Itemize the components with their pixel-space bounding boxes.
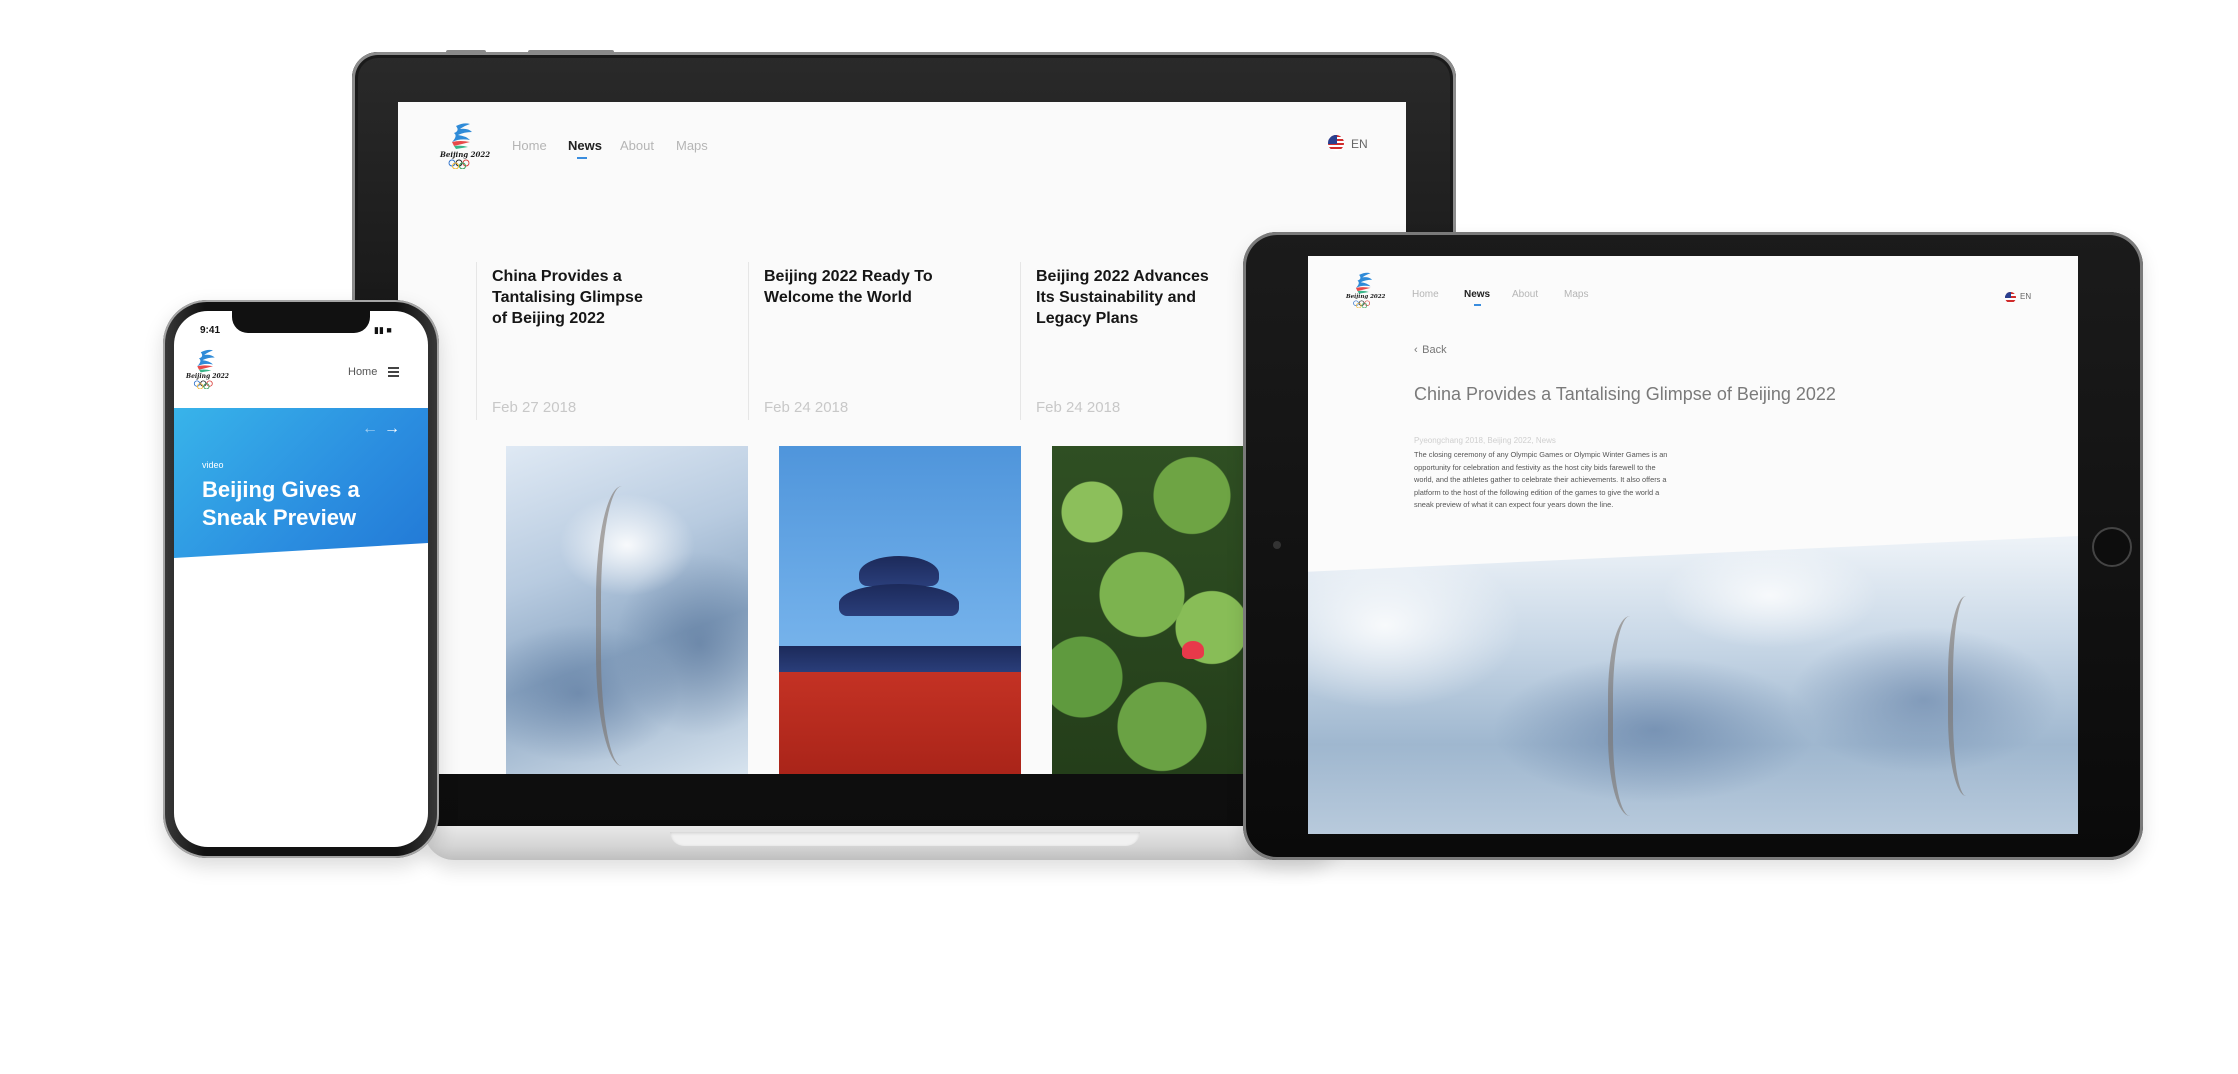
- great-wall-photo[interactable]: [506, 446, 748, 774]
- olympic-rings-icon: [193, 380, 213, 389]
- tablet-screen: Beijing 2022 Home News About Maps EN ‹ B…: [1308, 256, 2078, 834]
- emblem-icon: [452, 123, 472, 149]
- status-time: 9:41: [200, 325, 221, 336]
- signal-battery-icon: ▮▮ ■: [374, 325, 392, 335]
- hero-banner[interactable]: ← → video Beijing Gives a Sneak Preview: [174, 408, 428, 558]
- home-indicator[interactable]: [252, 833, 350, 837]
- emblem-icon: [1355, 272, 1373, 294]
- nav-active-indicator: [577, 157, 587, 159]
- logo-text: Beijing 2022: [186, 373, 229, 380]
- news-card-date: Feb 27 2018: [492, 399, 577, 416]
- back-link[interactable]: ‹ Back: [1414, 340, 1447, 358]
- nav-news[interactable]: News: [568, 138, 602, 153]
- temple-of-heaven-photo[interactable]: [779, 446, 1021, 774]
- arrow-left-icon[interactable]: ←: [362, 420, 378, 438]
- language-selector[interactable]: EN: [1351, 137, 1368, 151]
- olympic-rings-icon: [1353, 300, 1370, 308]
- lotus-flower: [1182, 641, 1204, 659]
- nav-active-indicator: [1474, 304, 1481, 306]
- chevron-left-icon: ‹: [1414, 344, 1418, 356]
- logo-text: Beijing 2022: [440, 150, 491, 159]
- hero-title: Beijing Gives a Sneak Preview: [202, 477, 360, 530]
- laptop-button: [446, 50, 486, 54]
- emblem-icon: [197, 349, 215, 373]
- us-flag-icon[interactable]: [1328, 135, 1344, 151]
- great-wall-hero-photo: [1308, 536, 2078, 834]
- beijing-2022-logo[interactable]: Beijing 2022: [1346, 270, 1386, 308]
- language-selector[interactable]: EN: [2020, 292, 2031, 301]
- nav-about[interactable]: About: [1512, 289, 1538, 300]
- laptop-button: [528, 50, 614, 54]
- news-card-title[interactable]: Beijing 2022 Ready To Welcome the World: [764, 266, 1004, 308]
- beijing-2022-logo[interactable]: Beijing 2022: [186, 347, 229, 389]
- nav-maps[interactable]: Maps: [676, 138, 708, 153]
- phone-notch: [232, 311, 370, 333]
- olympic-rings-icon: [448, 159, 470, 169]
- laptop-trackpad-notch: [670, 832, 1140, 846]
- hero-tag: video: [202, 460, 224, 470]
- nav-home[interactable]: Home: [348, 366, 377, 378]
- card-divider: [1020, 262, 1021, 420]
- nav-news[interactable]: News: [1464, 289, 1490, 300]
- nav-maps[interactable]: Maps: [1564, 289, 1588, 300]
- card-divider: [476, 262, 477, 420]
- logo-text: Beijing 2022: [1346, 294, 1386, 300]
- news-card-title[interactable]: Beijing 2022 Advances Its Sustainability…: [1036, 266, 1276, 329]
- article-tags[interactable]: Pyeongchang 2018, Beijing 2022, News: [1414, 436, 1556, 445]
- news-card-date: Feb 24 2018: [1036, 399, 1121, 416]
- nav-about[interactable]: About: [620, 138, 654, 153]
- news-card-title[interactable]: China Provides a Tantalising Glimpse of …: [492, 266, 732, 329]
- closing-ceremony-photo[interactable]: [174, 551, 428, 847]
- hamburger-menu-icon[interactable]: [388, 365, 399, 379]
- arrow-right-icon[interactable]: →: [384, 420, 400, 438]
- lotus-leaves-photo[interactable]: [1052, 446, 1252, 774]
- us-flag-icon[interactable]: [2005, 292, 2016, 303]
- tablet-camera: [1273, 541, 1281, 549]
- tablet-home-button[interactable]: [2092, 527, 2132, 567]
- phone-screen: 9:41 ▮▮ ■ Beijing 2022 Home ← → video Be…: [174, 311, 428, 847]
- news-card-date: Feb 24 2018: [764, 399, 849, 416]
- card-divider: [748, 262, 749, 420]
- article-body: The closing ceremony of any Olympic Game…: [1414, 450, 1668, 509]
- beijing-2022-logo[interactable]: Beijing 2022: [440, 120, 491, 169]
- article-title: China Provides a Tantalising Glimpse of …: [1414, 384, 1836, 404]
- nav-home[interactable]: Home: [512, 138, 547, 153]
- nav-home[interactable]: Home: [1412, 289, 1439, 300]
